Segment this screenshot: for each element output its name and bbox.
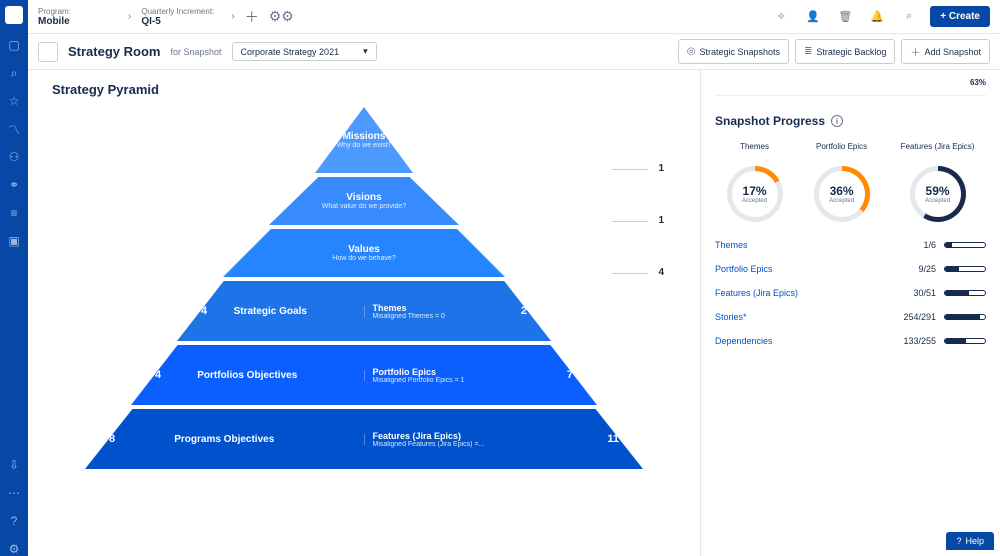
tree-icon[interactable]: ⚇ <box>7 150 21 164</box>
strategic-backlog-button[interactable]: ≣Strategic Backlog <box>795 39 895 64</box>
chevron-right-icon: › <box>231 11 234 22</box>
for-snapshot-label: for Snapshot <box>170 47 221 57</box>
plus-icon: ＋ <box>910 44 920 59</box>
progress-row-value: 1/6 <box>894 240 936 250</box>
crumb-program-label: Program: <box>38 7 118 16</box>
level-count: 1 <box>658 163 664 174</box>
team-objectives-pct: 63% <box>970 78 986 87</box>
progress-row: Stories* 254/291 <box>715 312 986 322</box>
pyramid-level-strategic-goals[interactable]: 4 Strategic Goals Themes Misaligned Them… <box>177 281 551 341</box>
progress-row-name[interactable]: Portfolio Epics <box>715 264 886 274</box>
donut-themes[interactable]: Themes 17% Accepted <box>727 142 783 222</box>
team-objectives-row: 63% <box>715 78 986 96</box>
export-icon[interactable]: ⇩ <box>7 458 21 472</box>
pyramid-panel: Strategy Pyramid Missions Why do we exis… <box>28 70 700 556</box>
pyramid: Missions Why do we exist? 1 Visions What… <box>64 107 664 507</box>
chevron-right-icon: › <box>128 11 131 22</box>
snapshot-progress-title: Snapshot Progress i <box>715 114 986 128</box>
crumb-qi-value: QI-5 <box>141 16 221 27</box>
page-title: Strategy Room <box>68 44 160 59</box>
camera-icon: ◎ <box>687 46 696 57</box>
crumb-qi-label: Quarterly Increment: <box>141 7 221 16</box>
star-icon[interactable]: ☆ <box>7 94 21 108</box>
user-icon[interactable]: 👤 <box>802 6 824 28</box>
strategic-snapshots-button[interactable]: ◎Strategic Snapshots <box>678 39 789 64</box>
trash-icon[interactable]: 🗑 <box>834 6 856 28</box>
progress-rows: Themes 1/6 Portfolio Epics 9/25 Features… <box>715 240 986 346</box>
app-logo[interactable] <box>5 6 23 24</box>
pyramid-level-programs[interactable]: 8 Programs Objectives Features (Jira Epi… <box>85 409 643 469</box>
help-icon: ? <box>956 536 961 546</box>
progress-row-value: 133/255 <box>894 336 936 346</box>
donut-ring: 36% Accepted <box>814 166 870 222</box>
progress-row-value: 254/291 <box>894 312 936 322</box>
bars-icon[interactable]: ≡ <box>7 206 21 220</box>
pyramid-level-visions[interactable]: Visions What value do we provide? <box>269 177 459 225</box>
box-icon[interactable]: ▢ <box>7 38 21 52</box>
settings-icon[interactable]: ⚙ <box>7 542 21 556</box>
search-top-icon[interactable]: ⌕ <box>898 6 920 28</box>
progress-row: Portfolio Epics 9/25 <box>715 264 986 274</box>
pin-icon[interactable]: ✧ <box>770 6 792 28</box>
progress-row: Features (Jira Epics) 30/51 <box>715 288 986 298</box>
snapshot-select[interactable]: Corporate Strategy 2021 ▾ <box>232 42 377 61</box>
left-rail: ▢ ⌕ ☆ 〽 ⚇ ⚭ ≡ ▣ ⇩ ⋯ ? ⚙ <box>0 0 28 556</box>
progress-row-value: 30/51 <box>894 288 936 298</box>
breadcrumb-bar: Program: Mobile › Quarterly Increment: Q… <box>28 0 1000 34</box>
progress-row-bar <box>944 266 986 272</box>
progress-row-bar <box>944 290 986 296</box>
pyramid-title: Strategy Pyramid <box>52 82 676 97</box>
level-count: 4 <box>658 267 664 278</box>
pyramid-level-missions[interactable]: Missions Why do we exist? <box>315 107 413 173</box>
bell-icon[interactable]: 🔔 <box>866 6 888 28</box>
crumb-program-value: Mobile <box>38 16 118 27</box>
progress-row-name[interactable]: Stories* <box>715 312 886 322</box>
pyramid-level-portfolios[interactable]: 4 Portfolios Objectives Portfolio Epics … <box>131 345 597 405</box>
list-icon: ≣ <box>804 46 812 57</box>
help-button[interactable]: ?Help <box>946 532 994 550</box>
progress-row-name[interactable]: Features (Jira Epics) <box>715 288 886 298</box>
help-rail-icon[interactable]: ? <box>7 514 21 528</box>
progress-row-name[interactable]: Themes <box>715 240 886 250</box>
level-count: 1 <box>658 215 664 226</box>
progress-row-bar <box>944 242 986 248</box>
page-toolbar: Strategy Room for Snapshot Corporate Str… <box>28 34 1000 70</box>
search-icon[interactable]: ⌕ <box>7 66 21 80</box>
progress-row-name[interactable]: Dependencies <box>715 336 886 346</box>
progress-row: Dependencies 133/255 <box>715 336 986 346</box>
nodes-icon[interactable]: ⚭ <box>7 178 21 192</box>
progress-row-bar <box>944 338 986 344</box>
room-icon[interactable] <box>38 42 58 62</box>
progress-row: Themes 1/6 <box>715 240 986 250</box>
pulse-icon[interactable]: 〽 <box>7 122 21 136</box>
progress-row-value: 9/25 <box>894 264 936 274</box>
crumb-program[interactable]: Program: Mobile <box>38 7 118 27</box>
snapshot-panel: 63% Snapshot Progress i Themes 17% Accep… <box>700 70 1000 556</box>
donut-ring: 17% Accepted <box>727 166 783 222</box>
donut-portfolio-epics[interactable]: Portfolio Epics 36% Accepted <box>814 142 870 222</box>
gears-icon[interactable]: ⚙⚙ <box>269 8 294 25</box>
progress-row-bar <box>944 314 986 320</box>
add-snapshot-button[interactable]: ＋Add Snapshot <box>901 39 990 64</box>
snapshot-select-value: Corporate Strategy 2021 <box>241 47 340 57</box>
chevron-down-icon: ▾ <box>363 46 368 57</box>
add-crumb-icon[interactable]: ＋ <box>245 7 259 27</box>
create-button[interactable]: + Create <box>930 6 990 27</box>
info-icon[interactable]: i <box>831 115 843 127</box>
pyramid-level-values[interactable]: Values How do we behave? <box>223 229 505 277</box>
donut-row: Themes 17% Accepted Portfolio Epics 36% … <box>715 142 986 222</box>
crumb-qi[interactable]: Quarterly Increment: QI-5 <box>141 7 221 27</box>
donut-features[interactable]: Features (Jira Epics) 59% Accepted <box>901 142 975 222</box>
window-icon[interactable]: ▣ <box>7 234 21 248</box>
donut-ring: 59% Accepted <box>910 166 966 222</box>
more-icon[interactable]: ⋯ <box>7 486 21 500</box>
